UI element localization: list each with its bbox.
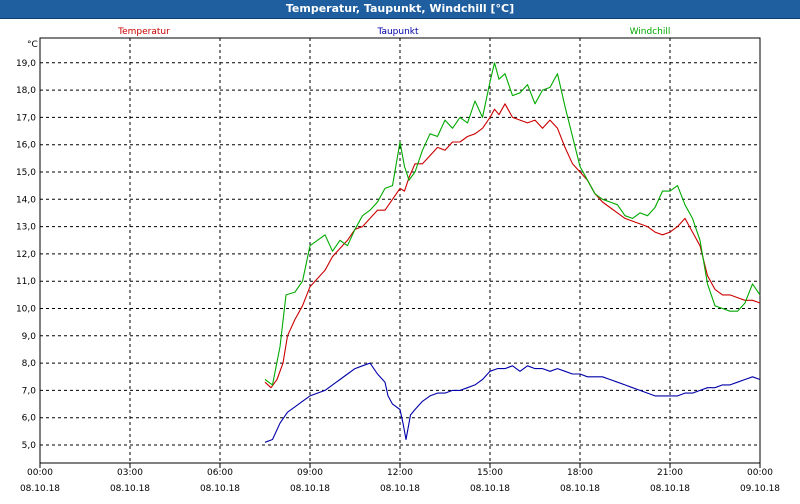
x-tick-time: 15:00 [477, 468, 503, 478]
x-tick-date: 08.10.18 [470, 484, 510, 494]
x-tick-time: 06:00 [207, 468, 233, 478]
axes: °C [27, 37, 761, 468]
x-tick-time: 00:00 [27, 468, 53, 478]
series-group [264, 62, 761, 443]
x-tick-time: 00:00 [747, 468, 773, 478]
y-tick-label: 12,0 [16, 250, 36, 260]
legend-entry-temperatur: Temperatur [117, 27, 170, 37]
x-tick-date: 08.10.18 [20, 484, 60, 494]
x-tick-date: 08.10.18 [290, 484, 330, 494]
y-tick-label: 13,0 [16, 223, 36, 233]
series-line-windchill [264, 62, 761, 386]
grid [40, 38, 760, 463]
y-tick-label: 19,0 [16, 59, 36, 69]
y-tick-label: 17,0 [16, 113, 36, 123]
series-line-temperatur [264, 103, 761, 389]
chart-title: Temperatur, Taupunkt, Windchill [°C] [0, 0, 800, 19]
x-tick-time: 18:00 [567, 468, 593, 478]
x-tick-date: 09.10.18 [740, 484, 780, 494]
y-axis-label: °C [27, 40, 38, 50]
x-tick-time: 12:00 [387, 468, 413, 478]
y-tick-label: 14,0 [16, 195, 36, 205]
legend-entry-taupunkt: Taupunkt [376, 27, 419, 37]
y-tick-label: 11,0 [16, 277, 36, 287]
x-axis-labels: 00:00 08.10.18 03:00 08.10.18 06:00 08.10.18 0… [20, 468, 780, 494]
y-tick-label: 16,0 [16, 141, 36, 151]
x-tick-date: 08.10.18 [560, 484, 600, 494]
y-tick-label: 9,0 [22, 332, 37, 342]
y-axis-labels: 5,0 6,0 7,0 8,0 9,0 10,0 11,0 12,0 13,0 14,0 15,0 1… [16, 59, 36, 451]
y-tick-label: 8,0 [22, 359, 37, 369]
chart-area: °C 5,0 6,0 7,0 8,0 9,0 10,0 11,0 12,0 13,0 14,0 15… [0, 19, 800, 500]
legend-entry-windchill: Windchill [630, 27, 671, 37]
x-tick-date: 08.10.18 [380, 484, 420, 494]
line-chart: °C 5,0 6,0 7,0 8,0 9,0 10,0 11,0 12,0 13,0 14,0 15… [16, 27, 780, 494]
x-tick-date: 08.10.18 [650, 484, 690, 494]
x-tick-time: 03:00 [117, 468, 143, 478]
series-line-taupunkt [264, 362, 761, 443]
y-tick-label: 15,0 [16, 168, 36, 178]
y-tick-label: 7,0 [22, 386, 37, 396]
x-tick-date: 08.10.18 [110, 484, 150, 494]
y-tick-label: 6,0 [22, 414, 37, 424]
legend: Temperatur Taupunkt Windchill [117, 27, 670, 37]
x-tick-date: 08.10.18 [200, 484, 240, 494]
y-tick-label: 5,0 [22, 441, 37, 451]
x-tick-time: 21:00 [657, 468, 683, 478]
x-tick-time: 09:00 [297, 468, 323, 478]
y-tick-label: 18,0 [16, 86, 36, 96]
y-tick-label: 10,0 [16, 305, 36, 315]
